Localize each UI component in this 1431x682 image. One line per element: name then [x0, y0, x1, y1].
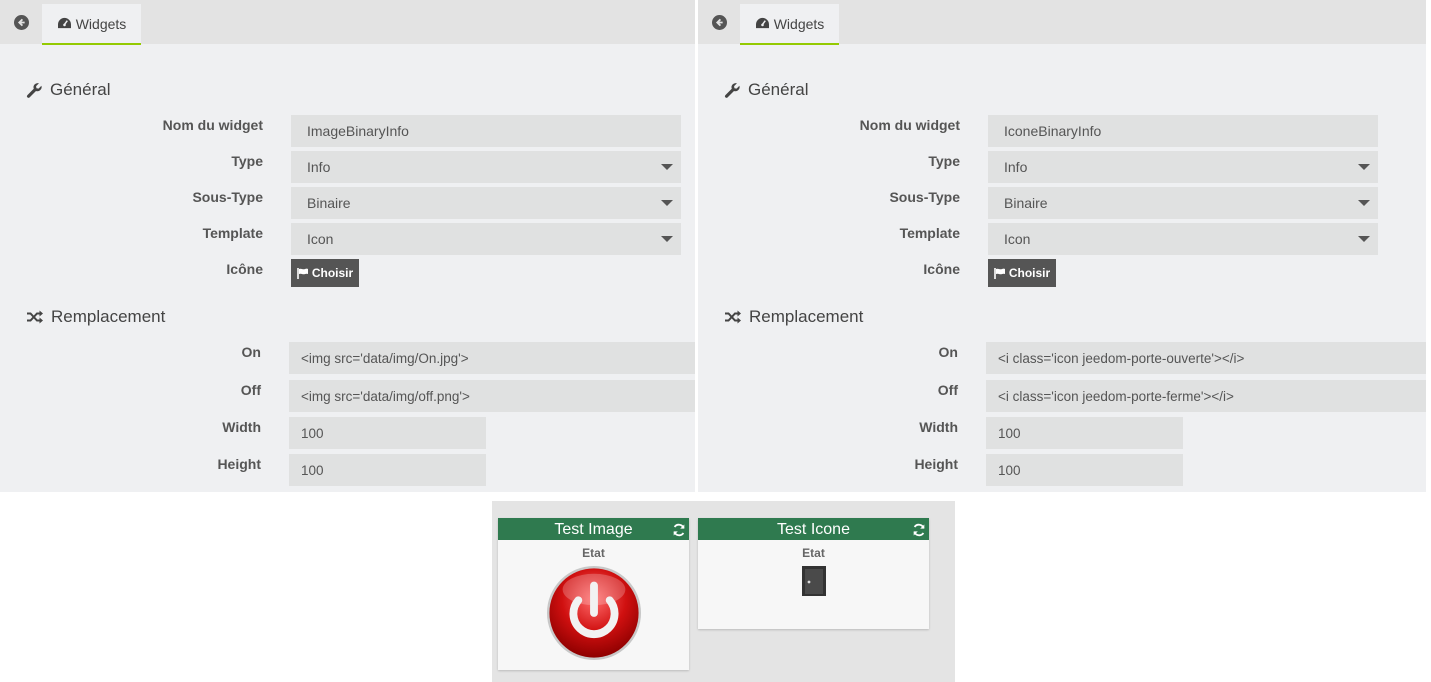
back-button[interactable]	[0, 0, 42, 44]
width-input[interactable]: 100	[986, 417, 1183, 449]
tab-widgets-label: Widgets	[773, 15, 825, 32]
off-value: <img src='data/img/off.png'>	[301, 388, 470, 404]
refresh-icon[interactable]	[912, 521, 926, 544]
height-label: Height	[217, 456, 261, 472]
height-input[interactable]: 100	[986, 454, 1183, 486]
choose-icon-button[interactable]: Choisir	[291, 259, 359, 287]
door-closed-icon	[801, 566, 826, 596]
template-value: Icon	[307, 231, 334, 247]
on-input[interactable]: <img src='data/img/On.jpg'>	[289, 342, 695, 374]
subtype-select[interactable]: Binaire	[988, 187, 1378, 219]
state-label: Etat	[802, 546, 825, 560]
icon-label: Icône	[226, 261, 263, 277]
type-select[interactable]: Info	[988, 151, 1378, 183]
arrow-left-circle-icon	[13, 14, 29, 30]
choose-button-label: Choisir	[1008, 266, 1051, 280]
width-label: Width	[919, 419, 958, 435]
state-label: Etat	[582, 546, 605, 560]
widget-test-icone[interactable]: Test Icone Etat	[698, 518, 929, 629]
tab-widgets-label: Widgets	[75, 15, 127, 32]
subtype-select[interactable]: Binaire	[291, 187, 681, 219]
height-input[interactable]: 100	[289, 454, 486, 486]
tab-bar: Widgets	[698, 0, 1426, 45]
height-value: 100	[301, 462, 324, 478]
on-value: <i class='icon jeedom-porte-ouverte'></i…	[998, 350, 1245, 366]
widget-header: Test Icone	[698, 518, 929, 540]
type-label: Type	[928, 153, 960, 169]
tab-widgets[interactable]: Widgets	[42, 4, 141, 45]
template-label: Template	[202, 225, 263, 241]
section-replacement-label: Remplacement	[51, 307, 166, 326]
width-input[interactable]: 100	[289, 417, 486, 449]
power-button-icon	[546, 565, 641, 661]
choose-icon-button[interactable]: Choisir	[988, 259, 1056, 287]
type-label: Type	[231, 153, 263, 169]
section-general-label: Général	[50, 80, 111, 99]
widget-name-value: ImageBinaryInfo	[307, 123, 409, 139]
subtype-label: Sous-Type	[192, 189, 263, 205]
type-select[interactable]: Info	[291, 151, 681, 183]
template-select[interactable]: Icon	[988, 223, 1378, 255]
back-button[interactable]	[698, 0, 740, 44]
icon-label: Icône	[923, 261, 960, 277]
height-value: 100	[998, 462, 1021, 478]
widget-name-label: Nom du widget	[859, 117, 960, 133]
on-input[interactable]: <i class='icon jeedom-porte-ouverte'></i…	[986, 342, 1426, 374]
width-value: 100	[998, 425, 1021, 441]
tab-bar: Widgets	[0, 0, 695, 45]
state-value	[698, 566, 929, 596]
off-label: Off	[937, 382, 958, 398]
choose-button-label: Choisir	[311, 266, 354, 280]
widget-header: Test Image	[498, 518, 689, 540]
arrow-left-circle-icon	[711, 14, 727, 30]
on-label: On	[938, 344, 958, 360]
flag-icon	[994, 267, 1005, 279]
section-replacement-title: Remplacement	[724, 307, 863, 327]
template-value: Icon	[1004, 231, 1031, 247]
random-icon	[725, 310, 741, 324]
widget-name-input[interactable]: ImageBinaryInfo	[291, 115, 681, 147]
wrench-icon	[26, 82, 42, 98]
widget-editor-left: Widgets Général Nom du widget ImageBinar…	[0, 0, 695, 492]
off-input[interactable]: <img src='data/img/off.png'>	[289, 380, 695, 412]
random-icon	[27, 310, 43, 324]
template-select[interactable]: Icon	[291, 223, 681, 255]
subtype-label: Sous-Type	[889, 189, 960, 205]
type-value: Info	[1004, 159, 1028, 175]
dashboard-icon	[755, 17, 769, 29]
tab-widgets[interactable]: Widgets	[740, 4, 839, 45]
on-value: <img src='data/img/On.jpg'>	[301, 350, 469, 366]
state-value	[498, 564, 689, 662]
section-general-title: Général	[724, 80, 808, 100]
refresh-icon[interactable]	[672, 521, 686, 544]
dashboard-icon	[57, 17, 71, 29]
on-label: On	[241, 344, 261, 360]
off-value: <i class='icon jeedom-porte-ferme'></i>	[998, 388, 1234, 404]
subtype-value: Binaire	[307, 195, 351, 211]
widget-name-label: Nom du widget	[162, 117, 263, 133]
height-label: Height	[914, 456, 958, 472]
width-value: 100	[301, 425, 324, 441]
widget-editor-right: Widgets Général Nom du widget IconeBinar…	[698, 0, 1426, 492]
template-label: Template	[899, 225, 960, 241]
off-input[interactable]: <i class='icon jeedom-porte-ferme'></i>	[986, 380, 1426, 412]
widget-test-image[interactable]: Test Image Etat	[498, 518, 689, 670]
section-replacement-title: Remplacement	[26, 307, 165, 327]
type-value: Info	[307, 159, 331, 175]
widget-title: Test Icone	[777, 521, 850, 538]
width-label: Width	[222, 419, 261, 435]
widget-name-value: IconeBinaryInfo	[1004, 123, 1102, 139]
section-general-label: Général	[748, 80, 809, 99]
subtype-value: Binaire	[1004, 195, 1048, 211]
widget-title: Test Image	[554, 521, 633, 538]
wrench-icon	[724, 82, 740, 98]
widget-preview-area: Test Image Etat Test Icone Etat	[492, 501, 955, 682]
flag-icon	[297, 267, 308, 279]
section-general-title: Général	[26, 80, 110, 100]
section-replacement-label: Remplacement	[749, 307, 864, 326]
widget-name-input[interactable]: IconeBinaryInfo	[988, 115, 1378, 147]
off-label: Off	[240, 382, 261, 398]
